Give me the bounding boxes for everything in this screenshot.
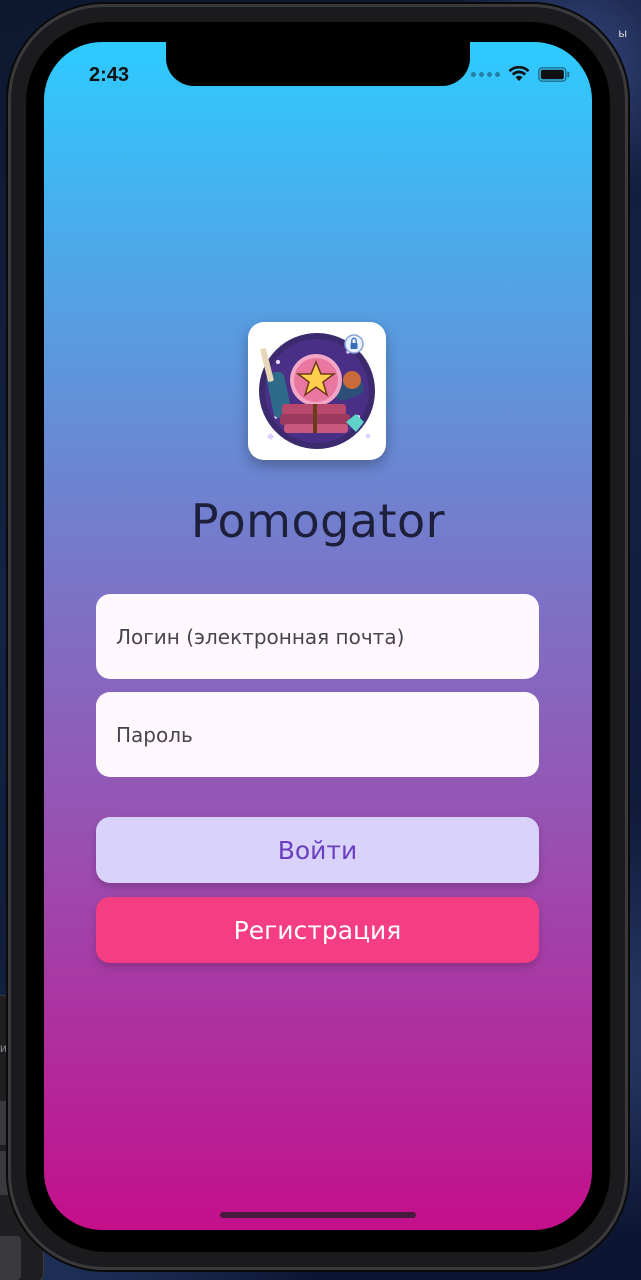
login-button[interactable]: Войти <box>96 817 539 883</box>
desktop-panel-item <box>0 1236 21 1280</box>
battery-icon <box>538 66 570 82</box>
app-title: Pomogator <box>190 494 446 548</box>
app-screen: 2:43 Pomogator Логин (электронная почта)… <box>44 42 592 1230</box>
login-email-field[interactable] <box>96 594 539 679</box>
status-time: 2:43 <box>89 64 130 86</box>
register-button[interactable]: Регистрация <box>96 897 539 963</box>
signal-icon <box>471 71 500 77</box>
phone-notch <box>166 42 470 86</box>
login-email-input[interactable] <box>114 623 539 650</box>
home-indicator[interactable] <box>220 1212 416 1218</box>
app-logo-icon <box>248 322 386 460</box>
password-field[interactable] <box>96 692 539 777</box>
wifi-icon <box>508 66 530 81</box>
password-input[interactable] <box>114 721 539 748</box>
status-icons <box>471 66 570 82</box>
desktop-label: ы <box>618 26 627 40</box>
